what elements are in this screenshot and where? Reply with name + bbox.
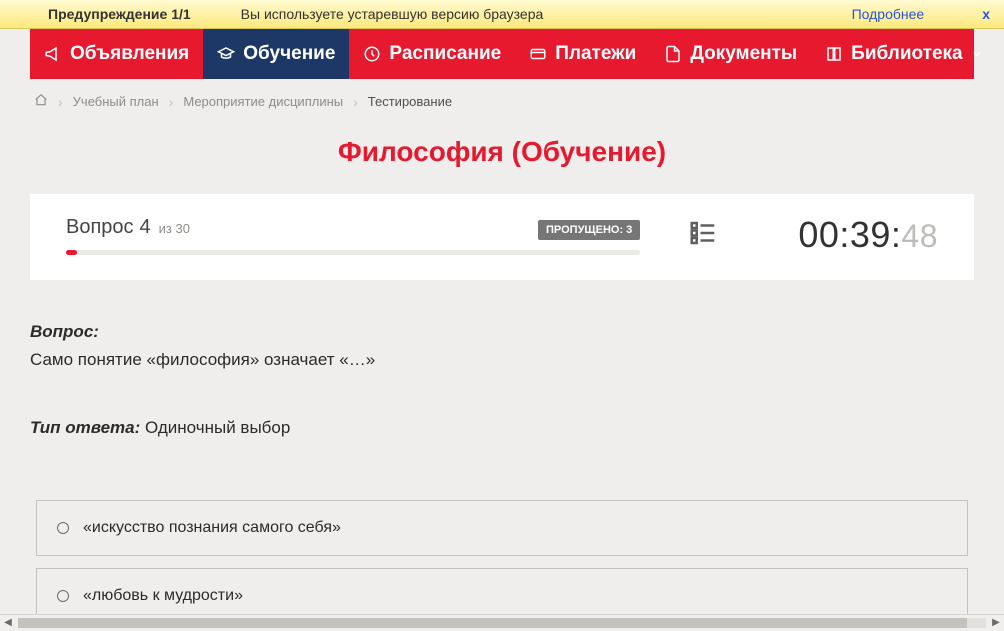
warning-more-link[interactable]: Подробнее — [852, 6, 925, 22]
question-number: 4 — [140, 216, 151, 239]
question-of-total: из 30 — [159, 221, 190, 236]
clock-icon — [363, 45, 381, 63]
book-icon — [825, 45, 843, 63]
browser-warning-bar: Предупреждение 1/1 Вы используете устаре… — [0, 0, 1004, 29]
crumb-plan[interactable]: Учебный план — [73, 94, 159, 109]
scroll-right-arrow[interactable]: ▶ — [988, 615, 1004, 631]
chevron-down-icon — [971, 48, 983, 60]
answer-type-label: Тип ответа: — [30, 418, 140, 437]
warning-title: Предупреждение 1/1 — [48, 6, 191, 22]
nav-library[interactable]: Библиотека — [811, 29, 996, 79]
megaphone-icon — [44, 45, 62, 63]
file-icon — [664, 45, 682, 63]
nav-item-label: Обучение — [243, 43, 335, 65]
card-icon — [529, 45, 547, 63]
answer-option[interactable]: «искусство познания самого себя» — [36, 500, 968, 556]
question-label: Вопрос: — [30, 322, 974, 342]
timer-seconds: 48 — [901, 218, 938, 255]
page-title: Философия (Обучение) — [0, 136, 1004, 168]
answer-text: «искусство познания самого себя» — [83, 519, 341, 537]
warning-close-button[interactable]: x — [982, 6, 990, 22]
answer-option[interactable]: «любовь к мудрости» — [36, 568, 968, 614]
nav-documents[interactable]: Документы — [650, 29, 811, 79]
answer-type-value: Одиночный выбор — [145, 418, 290, 437]
nav-item-label: Объявления — [70, 43, 189, 65]
home-icon[interactable] — [34, 93, 48, 110]
crumb-separator — [353, 94, 358, 110]
skipped-badge: ПРОПУЩЕНО: 3 — [538, 220, 640, 240]
nav-item-label: Расписание — [389, 43, 501, 65]
question-text: Само понятие «философия» означает «…» — [30, 350, 974, 370]
progress-fill — [66, 250, 77, 255]
question-word: Вопрос — [66, 216, 134, 239]
scroll-thumb[interactable] — [18, 618, 967, 628]
question-status-card: Вопрос 4 из 30 ПРОПУЩЕНО: 3 00:39:48 — [30, 194, 974, 280]
timer-main: 00:39: — [798, 214, 901, 256]
nav-payments[interactable]: Платежи — [515, 29, 650, 79]
warning-message: Вы используете устаревшую версию браузер… — [241, 6, 544, 22]
timer: 00:39:48 — [798, 214, 938, 256]
radio-icon — [57, 590, 69, 602]
breadcrumb: Учебный план Мероприятие дисциплины Тест… — [0, 79, 1004, 124]
nav-item-label: Документы — [690, 43, 797, 65]
nav-item-label: Платежи — [555, 43, 636, 65]
answer-text: «любовь к мудрости» — [83, 587, 243, 605]
crumb-current: Тестирование — [368, 94, 452, 109]
main-nav: Объявления Обучение Расписание — [30, 29, 974, 79]
nav-learning[interactable]: Обучение — [203, 29, 349, 79]
radio-icon — [57, 522, 69, 534]
graduation-icon — [217, 45, 235, 63]
scroll-track[interactable] — [18, 618, 986, 628]
question-list-button[interactable] — [688, 218, 718, 253]
crumb-separator — [58, 94, 63, 110]
nav-schedule[interactable]: Расписание — [349, 29, 515, 79]
scroll-left-arrow[interactable]: ◀ — [0, 615, 16, 631]
nav-item-label: Библиотека — [851, 43, 962, 65]
crumb-event[interactable]: Мероприятие дисциплины — [183, 94, 343, 109]
nav-announcements[interactable]: Объявления — [30, 29, 203, 79]
progress-bar — [66, 250, 640, 255]
crumb-separator — [169, 94, 174, 110]
answers-list: «искусство познания самого себя» «любовь… — [36, 500, 968, 614]
horizontal-scrollbar[interactable]: ◀ ▶ — [0, 614, 1004, 630]
answer-type-line: Тип ответа: Одиночный выбор — [30, 418, 974, 438]
